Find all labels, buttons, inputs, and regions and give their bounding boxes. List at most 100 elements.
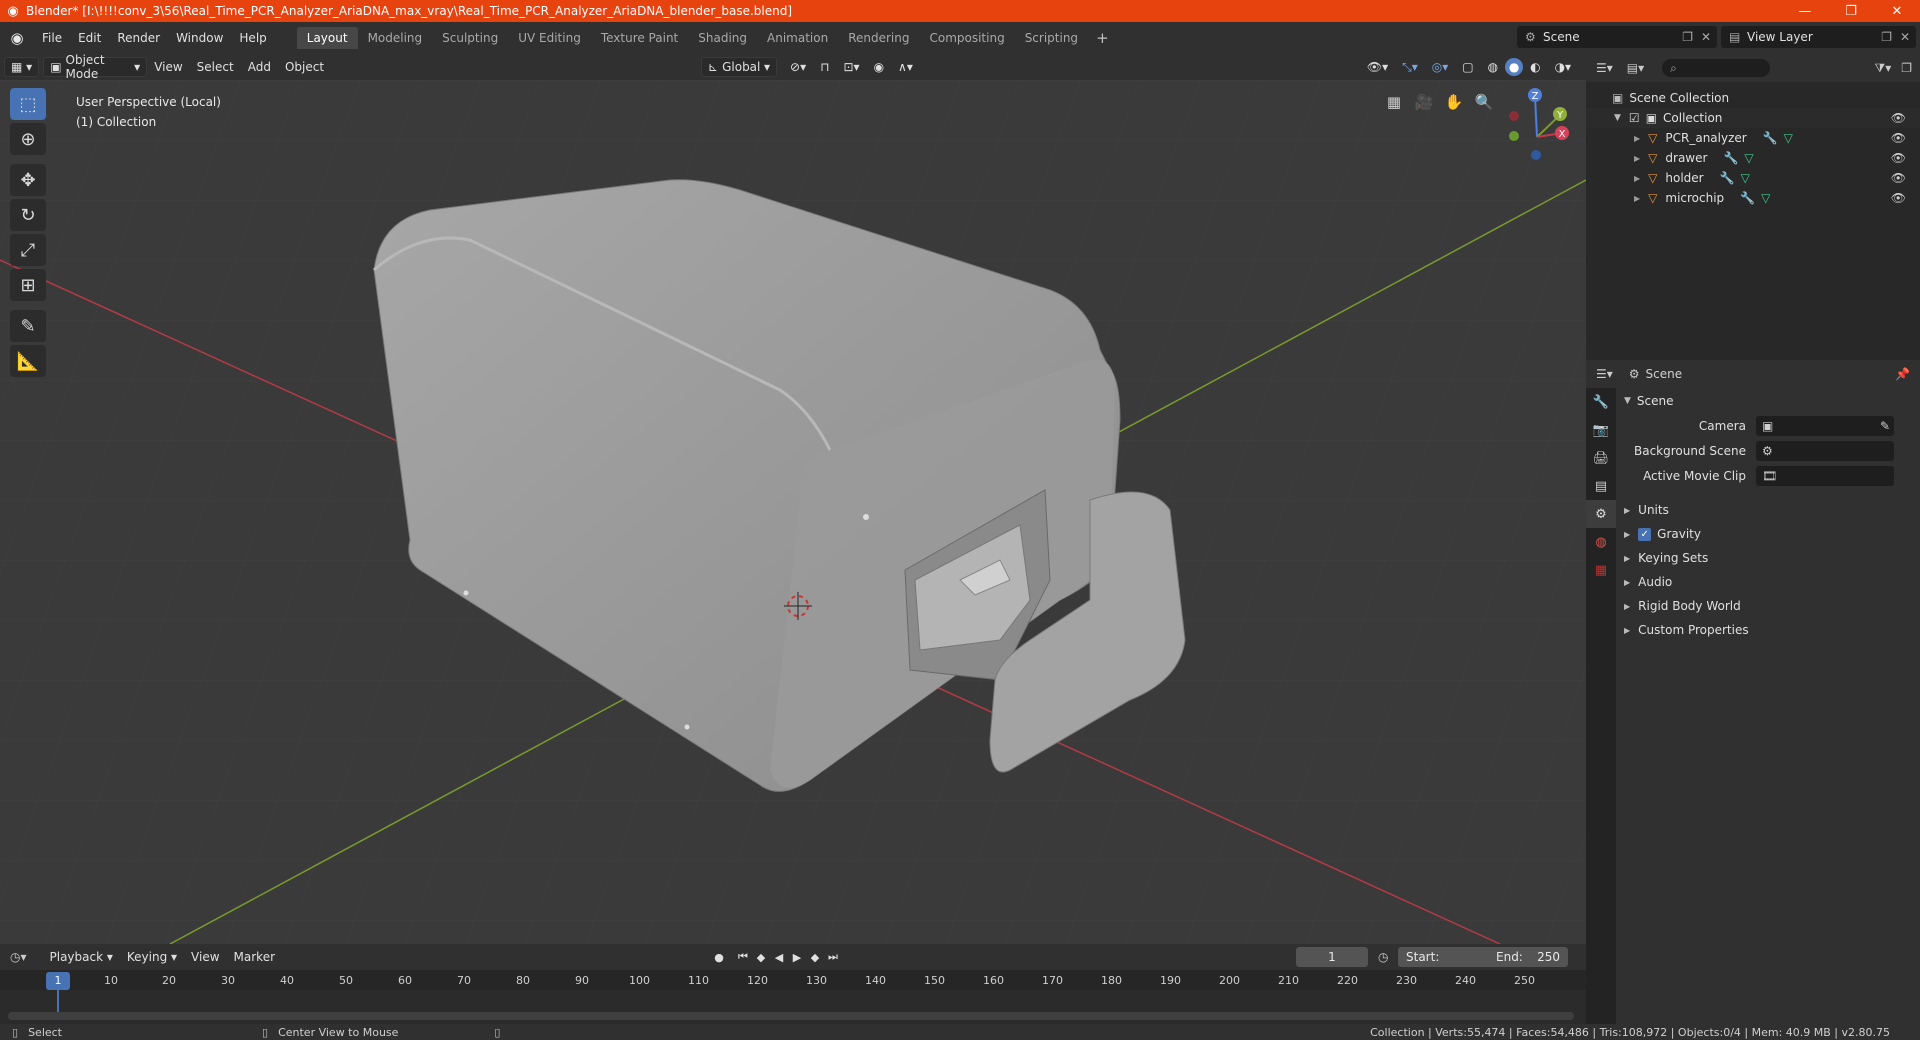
rotate-tool-icon[interactable]: ↻ <box>10 199 46 231</box>
measure-tool-icon[interactable]: 📐 <box>10 345 46 377</box>
copy-scene-icon[interactable]: ❐ <box>1682 30 1693 44</box>
proportional-edit-icon[interactable]: ◉ <box>867 60 891 74</box>
record-icon[interactable]: ● <box>710 948 728 966</box>
menu-add[interactable]: Add <box>241 60 278 74</box>
snap-icon[interactable]: ⊓ <box>813 60 836 74</box>
gravity-panel[interactable]: ▶ ✓ Gravity <box>1616 523 1920 545</box>
pan-hand-icon[interactable]: ✋ <box>1440 88 1468 116</box>
remove-scene-icon[interactable]: ✕ <box>1701 30 1711 44</box>
audio-panel[interactable]: ▶ Audio <box>1616 571 1920 593</box>
new-collection-icon[interactable]: ❐ <box>1901 61 1912 75</box>
visibility-eye-icon[interactable]: 👁 <box>1891 151 1906 165</box>
modifier-wrench-icon[interactable]: 🔧 <box>1740 191 1755 205</box>
transform-tool-icon[interactable]: ⊞ <box>10 269 46 301</box>
remove-layer-icon[interactable]: ✕ <box>1900 30 1910 44</box>
modifier-wrench-icon[interactable]: 🔧 <box>1723 151 1738 165</box>
tab-compositing[interactable]: Compositing <box>919 27 1014 49</box>
expand-arrow-icon[interactable]: ▶ <box>1634 154 1640 163</box>
tab-modeling[interactable]: Modeling <box>358 27 433 49</box>
clock-icon[interactable]: ◷ <box>1378 950 1388 964</box>
zoom-icon[interactable]: 🔍 <box>1470 88 1498 116</box>
jump-end-icon[interactable]: ⏭ <box>824 948 842 966</box>
gravity-checkbox[interactable]: ✓ <box>1638 527 1652 541</box>
blender-menu-icon[interactable]: ◉ <box>0 22 34 54</box>
jump-start-icon[interactable]: ⏮ <box>734 948 752 966</box>
timeline-editor-type-icon[interactable]: ◷▾ <box>10 950 27 964</box>
modifier-wrench-icon[interactable]: 🔧 <box>1720 171 1735 185</box>
solid-shading-icon[interactable]: ● <box>1505 58 1524 76</box>
menu-render[interactable]: Render <box>109 27 168 49</box>
eyedropper-icon[interactable]: ✎ <box>1880 419 1890 433</box>
custom-properties-panel[interactable]: ▶ Custom Properties <box>1616 619 1920 641</box>
camera-icon[interactable]: 🎥 <box>1410 88 1438 116</box>
background-scene-field[interactable]: ⚙ <box>1756 441 1894 461</box>
xray-icon[interactable]: ▢ <box>1455 60 1480 74</box>
gizmo-neg-z-icon[interactable] <box>1531 150 1541 160</box>
tab-texture-paint[interactable]: Texture Paint <box>591 27 688 49</box>
cursor-tool-icon[interactable]: ⊕ <box>10 123 46 155</box>
mesh-data-icon[interactable]: ▽ <box>1761 191 1770 205</box>
outliner-item-holder[interactable]: ▶ ▽ holder 🔧 ▽ 👁 <box>1586 168 1920 188</box>
timeline-scrollbar[interactable] <box>8 1012 1574 1020</box>
outliner-item-microchip[interactable]: ▶ ▽ microchip 🔧 ▽ 👁 <box>1586 188 1920 208</box>
editor-type-button[interactable]: ▦ ▾ <box>4 57 40 77</box>
menu-timeline-view[interactable]: View <box>184 950 226 964</box>
tab-rendering[interactable]: Rendering <box>838 27 919 49</box>
select-box-tool-icon[interactable]: ⬚ <box>10 88 46 120</box>
units-panel[interactable]: ▶ Units <box>1616 499 1920 521</box>
prev-keyframe-icon[interactable]: ◆ <box>752 948 770 966</box>
scale-tool-icon[interactable]: ⤢ <box>10 234 46 266</box>
add-workspace-icon[interactable]: + <box>1088 29 1117 47</box>
3d-viewport[interactable]: Z Y X ⬚ ⊕ ✥ ↻ ⤢ ⊞ ✎ 📐 User Perspective (… <box>0 80 1586 944</box>
scene-panel-header[interactable]: ▼ Scene <box>1616 390 1920 412</box>
scene-selector[interactable]: ⚙ Scene ❐ ✕ <box>1517 26 1717 48</box>
outliner-item-collection[interactable]: ▼ ☑ ▣ Collection 👁 <box>1586 108 1920 128</box>
outliner-item-scene-collection[interactable]: ▣ Scene Collection <box>1586 88 1920 108</box>
menu-select[interactable]: Select <box>190 60 241 74</box>
active-movie-clip-field[interactable]: 🎞 <box>1756 466 1894 486</box>
tool-tab-icon[interactable]: 🔧 <box>1586 388 1616 416</box>
outliner-editor-type-icon[interactable]: ☰▾ <box>1596 61 1613 75</box>
checkbox-icon[interactable]: ☑ <box>1629 111 1640 125</box>
end-frame-field[interactable]: End: 250 <box>1488 947 1568 967</box>
overlay-toggle-icon[interactable]: ◎▾ <box>1425 60 1456 74</box>
menu-window[interactable]: Window <box>168 27 231 49</box>
gizmo-neg-x-icon[interactable] <box>1509 111 1519 121</box>
mesh-data-icon[interactable]: ▽ <box>1744 151 1753 165</box>
menu-view[interactable]: View <box>147 60 189 74</box>
gizmo-toggle-icon[interactable]: ⤡▾ <box>1395 60 1425 75</box>
tab-layout[interactable]: Layout <box>296 27 358 49</box>
toggle-camera-view-icon[interactable]: ▦ <box>1380 88 1408 116</box>
expand-arrow-icon[interactable]: ▼ <box>1614 113 1621 123</box>
mode-selector[interactable]: ▣ Object Mode ▾ <box>43 53 148 81</box>
next-keyframe-icon[interactable]: ◆ <box>806 948 824 966</box>
outliner-item-pcr-analyzer[interactable]: ▶ ▽ PCR_analyzer 🔧 ▽ 👁 <box>1586 128 1920 148</box>
texture-tab-icon[interactable]: ▦ <box>1586 556 1616 584</box>
rendered-shading-icon[interactable]: ◑▾ <box>1548 60 1579 74</box>
pivot-icon[interactable]: ⊘▾ <box>783 60 813 74</box>
falloff-icon[interactable]: ∧▾ <box>891 60 920 74</box>
gizmo-neg-y-icon[interactable] <box>1509 131 1519 141</box>
properties-editor-type-icon[interactable]: ☰▾ <box>1596 367 1613 381</box>
pin-icon[interactable]: 📌 <box>1895 367 1910 381</box>
display-mode-icon[interactable]: ▤▾ <box>1627 61 1644 75</box>
filter-icon[interactable]: ⧩▾ <box>1875 61 1892 76</box>
tab-scripting[interactable]: Scripting <box>1015 27 1088 49</box>
menu-marker[interactable]: Marker <box>227 950 282 964</box>
play-reverse-icon[interactable]: ◀ <box>770 948 788 966</box>
tab-uv-editing[interactable]: UV Editing <box>508 27 591 49</box>
menu-playback[interactable]: Playback ▾ <box>43 950 120 964</box>
view-layer-selector[interactable]: ▤ View Layer ❐ ✕ <box>1721 26 1916 48</box>
wireframe-shading-icon[interactable]: ◍ <box>1481 60 1505 74</box>
expand-arrow-icon[interactable]: ▶ <box>1634 174 1640 183</box>
move-tool-icon[interactable]: ✥ <box>10 164 46 196</box>
current-frame-field[interactable]: 1 <box>1296 947 1368 967</box>
menu-help[interactable]: Help <box>231 27 274 49</box>
visibility-eye-icon[interactable]: 👁 <box>1891 111 1906 125</box>
playhead-frame-indicator[interactable]: 1 <box>46 972 70 990</box>
visibility-eye-icon[interactable]: 👁 <box>1891 191 1906 205</box>
tab-sculpting[interactable]: Sculpting <box>432 27 508 49</box>
scene-tab-icon[interactable]: ⚙ <box>1586 500 1616 528</box>
play-icon[interactable]: ▶ <box>788 948 806 966</box>
tab-shading[interactable]: Shading <box>688 27 757 49</box>
